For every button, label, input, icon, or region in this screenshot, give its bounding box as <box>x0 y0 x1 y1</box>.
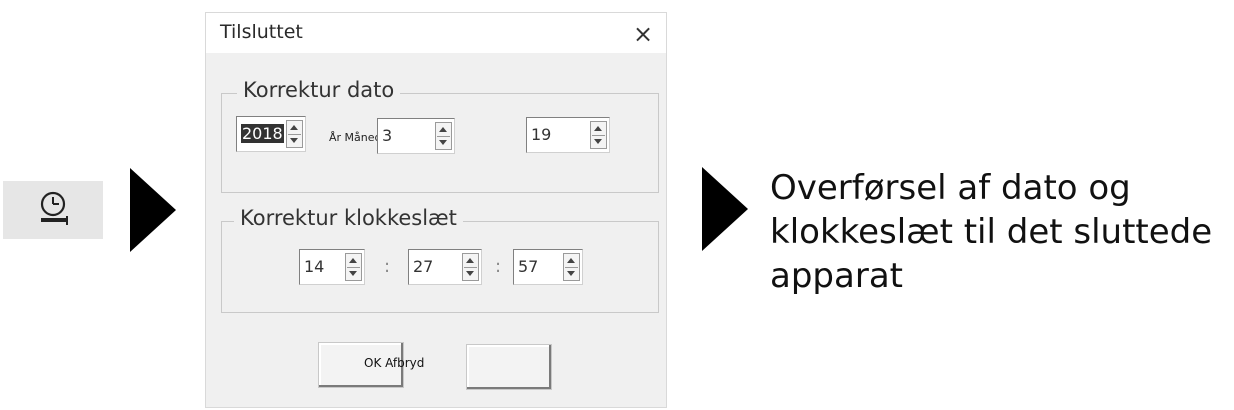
month-spin-arrows[interactable] <box>435 122 452 150</box>
hour-spin-arrows[interactable] <box>345 253 362 281</box>
button-labels: OK Afbryd <box>364 356 425 370</box>
day-spin-arrows[interactable] <box>590 121 607 149</box>
flow-arrow-icon <box>702 167 748 251</box>
spin-down-icon[interactable] <box>567 271 575 276</box>
minute-spinner[interactable]: 27 <box>408 249 482 285</box>
time-group-legend: Korrektur klokkeslæt <box>234 206 463 230</box>
second-spin-arrows[interactable] <box>563 253 580 281</box>
flow-arrow-icon <box>130 168 176 252</box>
month-spinner[interactable]: 3 <box>377 118 455 154</box>
dialog-titlebar: Tilsluttet × <box>206 13 666 53</box>
sync-time-toolbar-button[interactable] <box>3 181 103 239</box>
close-icon[interactable]: × <box>632 22 654 46</box>
spin-down-icon[interactable] <box>594 139 602 144</box>
day-spinner[interactable]: 19 <box>526 117 610 153</box>
hour-value: 14 <box>304 257 325 276</box>
year-spin-arrows[interactable] <box>286 120 303 148</box>
description-text: Overførsel af dato og klokkeslæt til det… <box>770 168 1213 296</box>
spin-up-icon[interactable] <box>290 125 298 130</box>
year-spinner[interactable]: 2018 <box>236 116 306 152</box>
spin-up-icon[interactable] <box>594 126 602 131</box>
date-group-legend: Korrektur dato <box>237 78 401 102</box>
hour-spinner[interactable]: 14 <box>299 249 365 285</box>
time-separator: : <box>384 256 391 277</box>
spin-down-icon[interactable] <box>290 138 298 143</box>
spin-up-icon[interactable] <box>567 258 575 263</box>
dialog-title: Tilsluttet <box>220 21 303 43</box>
clock-icon <box>40 191 68 225</box>
month-value: 3 <box>382 126 393 145</box>
connected-dialog: Tilsluttet × Korrektur dato 2018 År Måne… <box>205 12 667 408</box>
spin-down-icon[interactable] <box>466 271 474 276</box>
time-separator: : <box>495 256 502 277</box>
spin-up-icon[interactable] <box>439 127 447 132</box>
spin-down-icon[interactable] <box>349 271 357 276</box>
second-spinner[interactable]: 57 <box>513 249 583 285</box>
minute-value: 27 <box>413 257 434 276</box>
cancel-button[interactable] <box>466 344 552 390</box>
day-value: 19 <box>531 125 552 144</box>
year-value: 2018 <box>241 124 284 143</box>
minute-spin-arrows[interactable] <box>462 253 479 281</box>
spin-up-icon[interactable] <box>466 258 474 263</box>
second-value: 57 <box>518 257 539 276</box>
spin-down-icon[interactable] <box>439 140 447 145</box>
spin-up-icon[interactable] <box>349 258 357 263</box>
